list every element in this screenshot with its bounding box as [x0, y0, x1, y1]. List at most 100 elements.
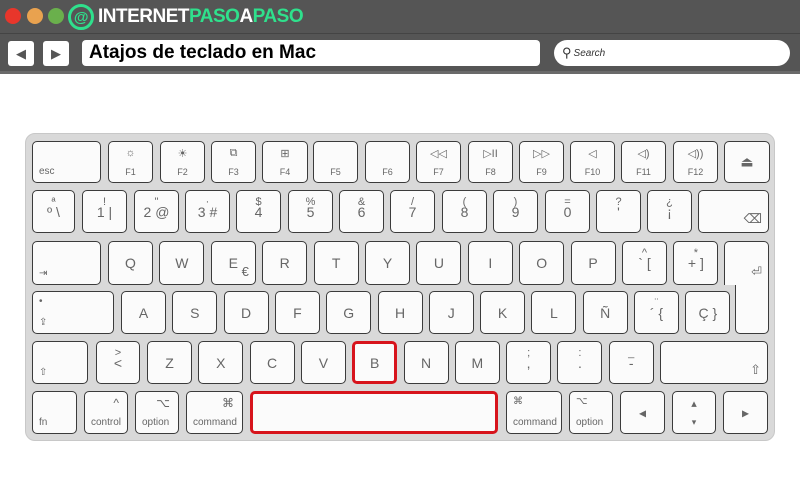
key-label: F4: [279, 167, 291, 177]
minimize-window-button[interactable]: [27, 8, 43, 24]
key-7: 7/: [390, 190, 435, 233]
key-label: :: [578, 347, 582, 359]
key-label: =: [564, 196, 571, 208]
key-m: M: [454, 341, 500, 384]
key-command-left-highlighted: [250, 391, 498, 434]
key-command: command ⌘: [186, 391, 243, 434]
key-label: ¨: [654, 297, 659, 309]
key-label: ⌘: [513, 396, 523, 407]
key-symbol: ´ {¨: [634, 291, 679, 334]
key-label: ): [513, 196, 518, 208]
key-label: Y: [382, 255, 393, 271]
key-label: F5: [330, 167, 341, 177]
key-label: %: [305, 196, 316, 208]
key-symbol: ⏏: [724, 141, 770, 183]
key-n: N: [403, 341, 449, 384]
address-bar[interactable]: Atajos de teclado en Mac: [82, 40, 540, 66]
key-f10: ◁ F10: [570, 141, 615, 183]
logo-text: PASO: [252, 6, 304, 27]
key-symbol: ▴ ▾: [672, 391, 716, 434]
key-label: T: [331, 255, 341, 271]
key-control: control ^: [84, 391, 128, 434]
key-label: •: [39, 296, 43, 307]
key-symbol: ◂: [620, 391, 665, 434]
key-label: _: [628, 347, 635, 359]
key-i: I: [467, 241, 513, 285]
key-f2: ☀ F2: [160, 141, 205, 183]
key-label: ◁): [637, 148, 650, 160]
key-f6: F6: [365, 141, 410, 183]
key-label: F8: [485, 167, 496, 177]
key-label: ⏎: [751, 264, 762, 279]
key-label: G: [343, 304, 355, 321]
key-label: F9: [536, 167, 547, 177]
key-symbol: ¡ ¿: [647, 190, 692, 233]
key-label: F: [293, 304, 302, 321]
key-4: 4 $: [236, 190, 281, 233]
key-w: W: [159, 241, 205, 285]
key-f3: ⧉ F3: [211, 141, 256, 183]
forward-button[interactable]: ▶: [43, 41, 69, 66]
key-symbol: ⌫: [698, 190, 769, 233]
key-f12: ◁)) F12: [673, 141, 718, 183]
close-window-button[interactable]: [5, 8, 21, 24]
key-t: T: [313, 241, 359, 285]
key-label: ◁: [588, 148, 597, 160]
key-label: ⊞: [280, 148, 290, 160]
logo-text: A: [239, 6, 253, 27]
key-x: X: [198, 341, 244, 384]
key-label: ⇧: [39, 367, 48, 378]
key-label: ⌫: [743, 211, 762, 226]
key-label: F1: [125, 167, 136, 177]
logo-text: INTERNET: [98, 6, 190, 27]
key-label: C: [267, 354, 278, 371]
key-label: ☀: [177, 148, 188, 160]
key-label: V: [318, 354, 329, 371]
key-label: ▾: [691, 417, 697, 427]
key-label: I: [488, 255, 493, 271]
key-label: ⇧: [750, 362, 761, 377]
key-label: ⇥: [39, 268, 48, 279]
key-label: R: [279, 255, 290, 271]
key-label: F7: [433, 167, 444, 177]
key-label: option: [576, 417, 604, 428]
key-symbol: - _: [608, 341, 654, 384]
back-button[interactable]: ◀: [8, 41, 34, 66]
key-f1: ☼ F1: [108, 141, 153, 183]
key-d: D: [223, 291, 269, 334]
key-label: ^: [113, 396, 119, 410]
key-label: O: [536, 255, 548, 271]
maximize-window-button[interactable]: [48, 8, 64, 24]
key-label: J: [447, 304, 455, 321]
key-label: N: [420, 354, 432, 371]
navigation-bar: ◀ ▶ Atajos de teclado en Mac ⚲ Search: [0, 34, 800, 74]
key-label: D: [241, 304, 252, 321]
key-label: F10: [584, 167, 601, 177]
key-label: A: [138, 304, 149, 321]
key-symbol: ⏎: [724, 241, 769, 285]
key-9: 9): [493, 190, 538, 233]
key-p: P: [570, 241, 616, 285]
key-a: A: [121, 291, 166, 334]
key-label: S: [190, 304, 200, 321]
key-symbol: ▸: [723, 391, 768, 434]
key-label: ▸: [741, 404, 750, 420]
key-label: ·: [205, 196, 210, 208]
key-label: ⏏: [740, 153, 754, 170]
key-symbol: ⇪ •: [32, 291, 114, 334]
key-label: ª: [51, 196, 56, 208]
key-y: Y: [365, 241, 410, 285]
key-symbol: .:: [557, 341, 603, 384]
search-input[interactable]: ⚲ Search: [554, 40, 790, 66]
key-symbol: '?: [596, 190, 641, 233]
key-symbol: ` [^: [622, 241, 667, 285]
key-label: Ñ: [600, 304, 611, 321]
key-label: K: [497, 304, 508, 321]
key-f4: ⊞ F4: [262, 141, 308, 183]
key-symbol: ⇧: [660, 341, 768, 384]
key-symbol: ,;: [506, 341, 552, 384]
key-label: ¿: [666, 196, 673, 208]
key-f9: ▷▷ F9: [519, 141, 564, 183]
window-titlebar: @ INTERNET PASO A PASO: [0, 0, 800, 34]
key-symbol: ⇥: [32, 241, 101, 285]
